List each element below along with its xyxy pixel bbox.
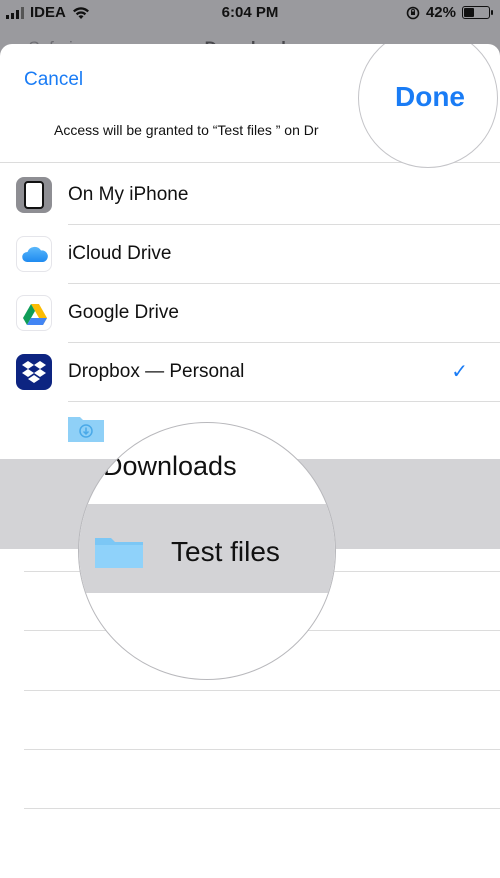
cancel-button[interactable]: Cancel — [24, 69, 83, 91]
cloud-icon — [16, 236, 52, 272]
location-label: iCloud Drive — [68, 243, 172, 264]
list-divider — [24, 808, 500, 809]
battery-percent: 42% — [425, 4, 456, 21]
done-button[interactable]: Done — [395, 81, 465, 113]
checkmark-icon: ✓ — [451, 361, 468, 383]
orientation-lock-icon — [406, 6, 420, 19]
battery-icon — [462, 6, 493, 19]
magnifier-done: Done — [358, 44, 498, 168]
location-row-icloud-drive[interactable]: iCloud Drive — [0, 225, 500, 284]
location-label: Google Drive — [68, 302, 179, 323]
list-divider — [24, 749, 500, 750]
dropbox-icon — [16, 354, 52, 390]
iphone-icon — [16, 177, 52, 213]
location-row-on-my-iphone[interactable]: On My iPhone — [0, 166, 500, 225]
list-divider — [24, 690, 500, 691]
location-row-dropbox[interactable]: Dropbox — Personal ✓ — [0, 343, 500, 402]
status-bar: IDEA 6:04 PM 42% — [0, 0, 500, 26]
access-note: Access will be granted to “Test files ” … — [54, 122, 319, 138]
folder-label-test-files: Test files — [171, 536, 280, 567]
location-label: On My iPhone — [68, 184, 189, 205]
location-picker-sheet: Cancel Access will be granted to “Test f… — [0, 44, 500, 878]
folder-icon — [95, 538, 143, 568]
status-right: 42% — [406, 4, 493, 21]
download-folder-icon — [68, 417, 104, 442]
magnified-downloads-label: Downloads — [103, 451, 237, 481]
location-label: Dropbox — Personal — [68, 361, 245, 382]
location-row-google-drive[interactable]: Google Drive — [0, 284, 500, 343]
google-drive-icon — [16, 295, 52, 331]
magnifier-test-files: Downloads Test files — [78, 422, 336, 680]
